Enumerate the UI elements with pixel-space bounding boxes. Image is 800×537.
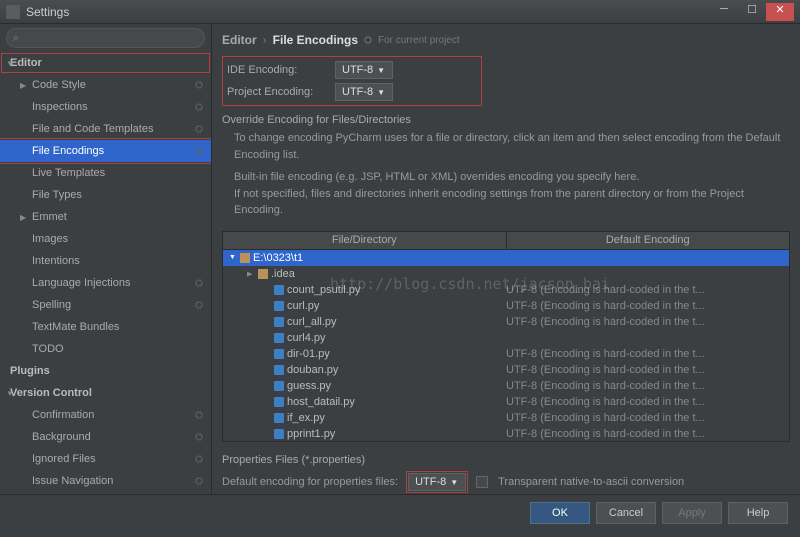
gear-icon: ⛭ — [195, 432, 203, 443]
table-row-root[interactable]: ▼E:\0323\t1 — [223, 250, 789, 266]
table-row-idea[interactable]: ▶.idea — [223, 266, 789, 282]
sidebar: ⌕ ▼Editor▶Code Style⛭Inspections⛭File an… — [0, 24, 212, 494]
close-button[interactable]: ✕ — [766, 3, 794, 21]
gear-icon: ⛭ — [195, 410, 203, 421]
ide-encoding-combo[interactable]: UTF-8 ▼ — [335, 61, 393, 79]
gear-icon: ⛭ — [195, 300, 203, 311]
transparent-label: Transparent native-to-ascii conversion — [498, 476, 684, 488]
sidebar-item-file-and-code-templates[interactable]: File and Code Templates⛭ — [0, 118, 211, 140]
folder-icon — [240, 253, 250, 263]
dialog-footer: OK Cancel Apply Help — [0, 494, 800, 530]
py-icon — [274, 397, 284, 407]
sidebar-item-confirmation[interactable]: Confirmation⛭ — [0, 404, 211, 426]
props-label: Default encoding for properties files: — [222, 476, 398, 488]
sidebar-item-issue-navigation[interactable]: Issue Navigation⛭ — [0, 470, 211, 492]
breadcrumb-current: File Encodings — [273, 33, 358, 47]
table-row[interactable]: curl_all.pyUTF-8 (Encoding is hard-coded… — [223, 314, 789, 330]
breadcrumb-scope: For current project — [378, 35, 460, 46]
table-row[interactable]: curl.pyUTF-8 (Encoding is hard-coded in … — [223, 298, 789, 314]
sidebar-section-editor[interactable]: ▼Editor — [0, 52, 211, 74]
main-panel: Editor › File Encodings ⛭ For current pr… — [212, 24, 800, 494]
chevron-down-icon: ▼ — [377, 66, 385, 75]
search-input[interactable]: ⌕ — [6, 28, 205, 48]
apply-button[interactable]: Apply — [662, 502, 722, 524]
titlebar: Settings ─ ☐ ✕ — [0, 0, 800, 24]
gear-icon: ⛭ — [195, 124, 203, 135]
props-encoding-combo[interactable]: UTF-8 ▼ — [408, 473, 466, 491]
sidebar-item-language-injections[interactable]: Language Injections⛭ — [0, 272, 211, 294]
gear-icon: ⛭ — [195, 80, 203, 91]
sidebar-item-images[interactable]: Images — [0, 228, 211, 250]
table-row[interactable]: dir-01.pyUTF-8 (Encoding is hard-coded i… — [223, 346, 789, 362]
py-icon — [274, 333, 284, 343]
gear-icon: ⛭ — [195, 146, 203, 157]
sidebar-item-changelist-conflicts[interactable]: Changelist Conflicts⛭ — [0, 492, 211, 494]
project-encoding-combo[interactable]: UTF-8 ▼ — [335, 83, 393, 101]
settings-tree: ▼Editor▶Code Style⛭Inspections⛭File and … — [0, 52, 211, 494]
py-icon — [274, 301, 284, 311]
py-icon — [274, 285, 284, 295]
sidebar-item-inspections[interactable]: Inspections⛭ — [0, 96, 211, 118]
project-encoding-label: Project Encoding: — [227, 86, 327, 98]
transparent-checkbox[interactable] — [476, 476, 488, 488]
minimize-button[interactable]: ─ — [710, 3, 738, 21]
help-button[interactable]: Help — [728, 502, 788, 524]
folder-icon — [258, 269, 268, 279]
sidebar-item-emmet[interactable]: ▶Emmet — [0, 206, 211, 228]
scope-icon: ⛭ — [364, 35, 372, 46]
py-icon — [274, 349, 284, 359]
sidebar-item-live-templates[interactable]: Live Templates — [0, 162, 211, 184]
sidebar-item-spelling[interactable]: Spelling⛭ — [0, 294, 211, 316]
sidebar-section-version-control[interactable]: ▼Version Control — [0, 382, 211, 404]
cancel-button[interactable]: Cancel — [596, 502, 656, 524]
breadcrumb: Editor › File Encodings ⛭ For current pr… — [222, 30, 790, 50]
gear-icon: ⛭ — [195, 278, 203, 289]
search-icon: ⌕ — [13, 32, 19, 45]
table-row[interactable]: host_datail.pyUTF-8 (Encoding is hard-co… — [223, 394, 789, 410]
app-icon — [6, 5, 20, 19]
breadcrumb-parent: Editor — [222, 33, 257, 47]
sidebar-item-intentions[interactable]: Intentions — [0, 250, 211, 272]
gear-icon: ⛭ — [195, 476, 203, 487]
table-row[interactable]: pprint1.pyUTF-8 (Encoding is hard-coded … — [223, 426, 789, 442]
sidebar-item-ignored-files[interactable]: Ignored Files⛭ — [0, 448, 211, 470]
file-encoding-table: File/Directory Default Encoding ▼E:\0323… — [222, 231, 790, 443]
py-icon — [274, 381, 284, 391]
chevron-down-icon: ▼ — [377, 88, 385, 97]
sidebar-item-file-encodings[interactable]: File Encodings⛭ — [0, 140, 211, 162]
ok-button[interactable]: OK — [530, 502, 590, 524]
ide-encoding-label: IDE Encoding: — [227, 64, 327, 76]
col-file[interactable]: File/Directory — [223, 232, 507, 249]
props-title: Properties Files (*.properties) — [222, 454, 790, 466]
table-row[interactable]: if_ex.pyUTF-8 (Encoding is hard-coded in… — [223, 410, 789, 426]
py-icon — [274, 365, 284, 375]
table-row[interactable]: guess.pyUTF-8 (Encoding is hard-coded in… — [223, 378, 789, 394]
py-icon — [274, 429, 284, 439]
gear-icon: ⛭ — [195, 102, 203, 113]
chevron-down-icon: ▼ — [450, 478, 458, 487]
gear-icon: ⛭ — [195, 454, 203, 465]
table-row[interactable]: curl4.py — [223, 330, 789, 346]
sidebar-item-file-types[interactable]: File Types — [0, 184, 211, 206]
py-icon — [274, 317, 284, 327]
py-icon — [274, 413, 284, 423]
window-title: Settings — [26, 5, 69, 19]
col-encoding[interactable]: Default Encoding — [507, 232, 790, 249]
maximize-button[interactable]: ☐ — [738, 3, 766, 21]
breadcrumb-sep: › — [263, 33, 267, 47]
file-table-body[interactable]: ▼E:\0323\t1▶.ideacount_psutil.pyUTF-8 (E… — [223, 250, 789, 442]
sidebar-section-plugins[interactable]: Plugins — [0, 360, 211, 382]
override-title: Override Encoding for Files/Directories — [222, 114, 790, 126]
table-row[interactable]: douban.pyUTF-8 (Encoding is hard-coded i… — [223, 362, 789, 378]
sidebar-item-code-style[interactable]: ▶Code Style⛭ — [0, 74, 211, 96]
table-row[interactable]: count_psutil.pyUTF-8 (Encoding is hard-c… — [223, 282, 789, 298]
sidebar-item-background[interactable]: Background⛭ — [0, 426, 211, 448]
sidebar-item-todo[interactable]: TODO — [0, 338, 211, 360]
sidebar-item-textmate-bundles[interactable]: TextMate Bundles — [0, 316, 211, 338]
override-help: To change encoding PyCharm uses for a fi… — [222, 130, 790, 225]
